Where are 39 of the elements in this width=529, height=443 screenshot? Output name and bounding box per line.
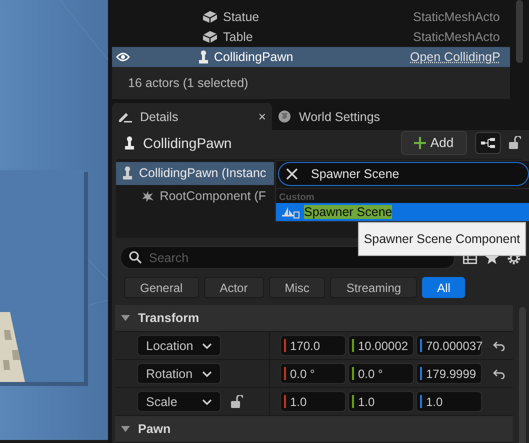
actor-label: Table bbox=[223, 30, 254, 44]
actor-label: CollidingPawn bbox=[214, 50, 294, 64]
status-text: 16 actors (1 selected) bbox=[112, 67, 510, 99]
filter-tab[interactable]: Actor bbox=[204, 277, 264, 298]
number-field[interactable]: 1.0 bbox=[280, 391, 346, 412]
panel-tab[interactable]: World Settings bbox=[272, 103, 412, 130]
actor-type: StaticMeshActo bbox=[413, 10, 500, 24]
number-field[interactable]: 10.00002 bbox=[348, 335, 414, 356]
number-field[interactable]: 0.0 ° bbox=[348, 363, 414, 384]
number-field[interactable]: 179.9999 bbox=[416, 363, 482, 384]
transform-dropdown[interactable]: Scale bbox=[137, 391, 221, 412]
transform-dropdown[interactable]: Rotation bbox=[137, 363, 221, 384]
component-row[interactable]: RootComponent (F bbox=[116, 184, 266, 208]
component-option[interactable]: Spawner Scene bbox=[276, 203, 529, 221]
filter-tab[interactable]: General bbox=[124, 277, 199, 298]
actor-type: StaticMeshActo bbox=[413, 30, 500, 44]
actor-label: Statue bbox=[223, 10, 260, 24]
number-field[interactable]: 170.0 bbox=[280, 335, 346, 356]
outliner-row[interactable]: Statue StaticMeshActo bbox=[112, 7, 510, 27]
section-header[interactable]: Pawn bbox=[115, 416, 513, 443]
filter-tab[interactable]: Misc bbox=[268, 277, 326, 298]
component-search-field[interactable]: Spawner Scene bbox=[278, 162, 529, 186]
add-button[interactable]: Add bbox=[401, 130, 467, 155]
filter-tab[interactable]: Streaming bbox=[330, 277, 418, 298]
number-field[interactable]: 1.0 bbox=[416, 391, 482, 412]
component-row[interactable]: CollidingPawn (Instanc bbox=[116, 162, 274, 185]
close-icon[interactable]: × bbox=[258, 109, 266, 124]
number-field[interactable]: 70.000037 bbox=[416, 335, 482, 356]
number-field[interactable]: 0.0 ° bbox=[280, 363, 346, 384]
tooltip: Spawner Scene Component bbox=[358, 222, 526, 256]
actor-title: CollidingPawn bbox=[143, 134, 233, 151]
section-header[interactable]: Transform bbox=[115, 305, 513, 332]
outliner-row[interactable]: Table StaticMeshActo bbox=[112, 27, 510, 47]
number-field[interactable]: 1.0 bbox=[348, 391, 414, 412]
open-blueprint-link[interactable]: Open CollidingP bbox=[410, 50, 500, 64]
panel-tab[interactable]: Details × bbox=[112, 103, 272, 130]
transform-dropdown[interactable]: Location bbox=[137, 335, 221, 356]
filter-tab[interactable]: All bbox=[422, 277, 466, 298]
outliner-row[interactable]: CollidingPawn Open CollidingP bbox=[112, 47, 510, 67]
